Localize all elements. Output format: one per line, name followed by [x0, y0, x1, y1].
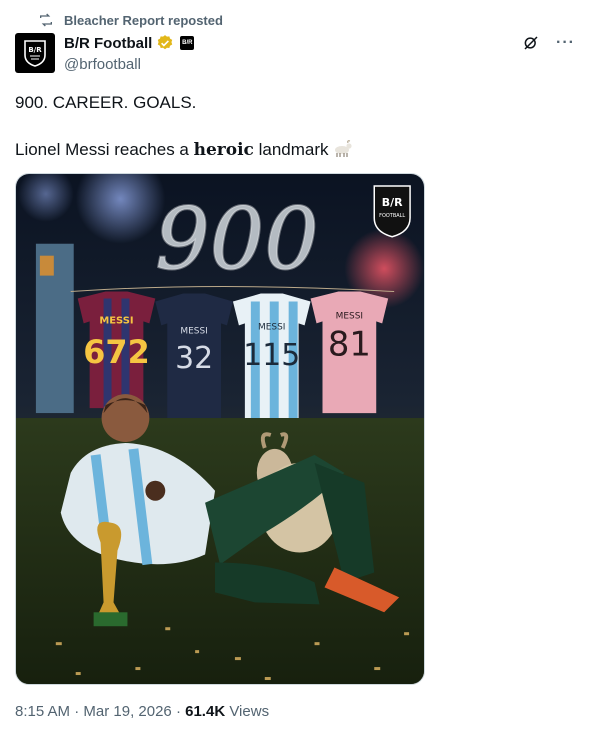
tweet-line-1: 900. CAREER. GOALS. — [15, 93, 197, 112]
tweet-line-2-suffix: landmark — [253, 140, 334, 159]
media-illustration: 900 B/R FOOTBALL MESSI 672 MESSI 32 MESS… — [16, 174, 424, 684]
verified-badge-icon[interactable] — [156, 34, 174, 52]
shirt-1-name: MESSI — [99, 315, 133, 326]
tweet-media-image[interactable]: 900 B/R FOOTBALL MESSI 672 MESSI 32 MESS… — [15, 173, 425, 685]
tweet-line-2: Lionel Messi reaches a heroic landmark — [15, 139, 575, 161]
affiliate-badge[interactable]: B/R — [180, 36, 195, 50]
avatar-text: B/R — [28, 46, 42, 54]
repost-icon — [40, 13, 52, 27]
repost-label: Bleacher Report reposted — [64, 12, 223, 28]
shirt-3-number: 115 — [243, 338, 300, 373]
grok-icon[interactable] — [522, 34, 540, 52]
logo-top-text: B/R — [382, 196, 403, 209]
views-label: Views — [229, 703, 270, 720]
tweet-line-2-prefix: Lionel Messi reaches a — [15, 140, 194, 159]
shirt-3-name: MESSI — [258, 322, 285, 332]
more-options-icon[interactable]: ··· — [556, 34, 575, 52]
shirt-2-number: 32 — [175, 341, 213, 376]
shirt-4-number: 81 — [328, 324, 371, 363]
shirt-2-name: MESSI — [180, 326, 207, 336]
br-logo-icon: B/R — [24, 40, 46, 67]
tweet-meta: 8:15 AM · Mar 19, 2026 · 61.4K Views — [15, 703, 269, 720]
tweet-date[interactable]: Mar 19, 2026 — [83, 703, 171, 720]
tweet-bold-word: heroic — [193, 140, 254, 160]
author-name[interactable]: B/R Football — [64, 35, 152, 52]
author-handle[interactable]: @brfootball — [64, 56, 194, 73]
shirt-1-number: 672 — [83, 333, 149, 371]
goat-emoji-icon — [335, 140, 352, 157]
author-block: B/R Football B/R @brfootball — [64, 34, 195, 73]
top-actions: ··· — [522, 34, 575, 52]
tweet-time[interactable]: 8:15 AM — [15, 703, 70, 720]
smoke-900: 900 — [154, 190, 319, 291]
tweet-text: 900. CAREER. GOALS. Lionel Messi reaches… — [15, 92, 575, 161]
smoke-900-text: 900 — [155, 191, 318, 290]
avatar[interactable]: B/R — [15, 33, 55, 73]
repost-indicator[interactable]: Bleacher Report reposted — [38, 12, 223, 28]
meta-separator-2: · — [171, 703, 186, 720]
logo-bottom-text: FOOTBALL — [379, 213, 405, 219]
meta-separator-1: · — [70, 703, 84, 720]
shirt-4-name: MESSI — [336, 311, 363, 321]
views-count[interactable]: 61.4K — [185, 703, 225, 720]
br-football-logo: B/R FOOTBALL — [373, 185, 411, 238]
